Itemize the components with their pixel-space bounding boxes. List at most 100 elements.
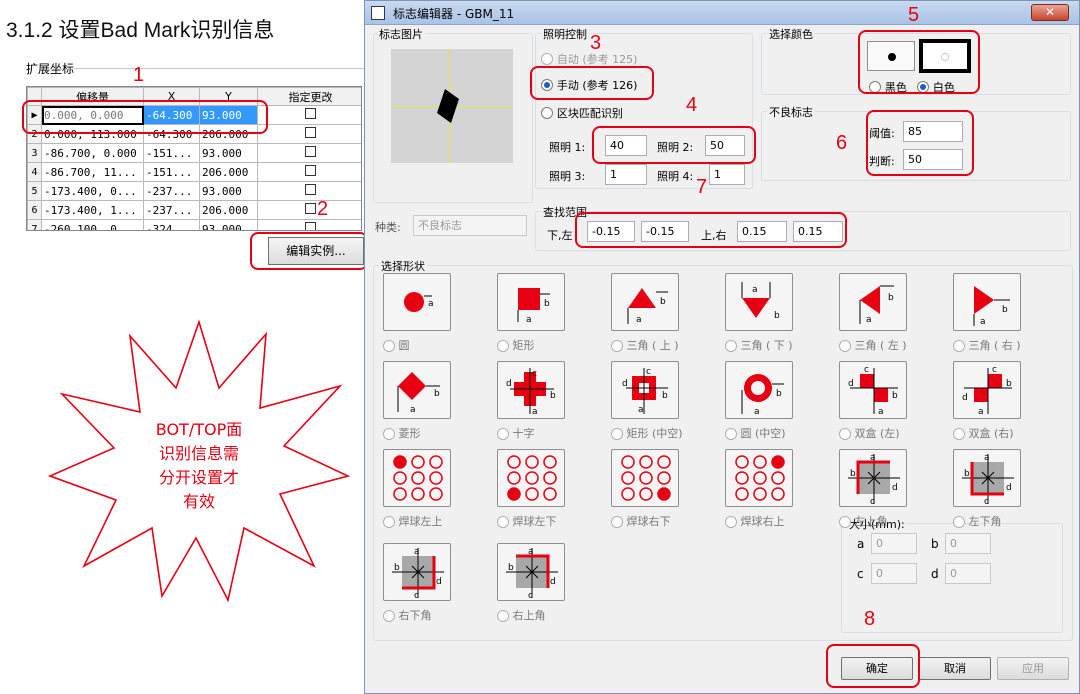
shape-tri-left-option[interactable]: 三角 ( 左 ): [839, 337, 907, 353]
cell-offset[interactable]: -86.700, 0.000: [41, 143, 144, 163]
shape-corner-bottom-left-radio[interactable]: [953, 516, 965, 528]
cell-y[interactable]: 206.000: [199, 200, 258, 220]
cell-x[interactable]: -324...: [143, 219, 200, 230]
shape-tri-left-radio[interactable]: [839, 340, 851, 352]
shape-tri-up-option[interactable]: 三角 ( 上 ): [611, 337, 679, 353]
shape-ball-top-left-radio[interactable]: [383, 516, 395, 528]
close-button[interactable]: ✕: [1031, 4, 1069, 21]
cell-x[interactable]: -237...: [143, 200, 200, 220]
override-checkbox-cell[interactable]: [257, 143, 361, 163]
size-b-input[interactable]: 0: [945, 533, 991, 554]
shape-diamond-button[interactable]: ba: [383, 361, 451, 419]
cell-y[interactable]: 93.000: [199, 219, 258, 230]
shape-corner-bottom-left-option[interactable]: 左下角: [953, 513, 1002, 529]
shape-rect-option[interactable]: 矩形: [497, 337, 535, 353]
shape-circle-button[interactable]: a: [383, 273, 451, 331]
cell-y[interactable]: 93.000: [199, 181, 258, 201]
override-checkbox-cell[interactable]: [257, 181, 361, 201]
shape-rect-hollow-option[interactable]: 矩形 (中空): [611, 425, 683, 441]
shape-tri-down-option[interactable]: 三角 ( 下 ): [725, 337, 793, 353]
shape-circle-hollow-button[interactable]: ba: [725, 361, 793, 419]
shape-ball-bottom-right-radio[interactable]: [611, 516, 623, 528]
override-checkbox[interactable]: [305, 108, 316, 119]
shape-double-box-right-option[interactable]: 双盒 (右): [953, 425, 1014, 441]
shape-circle-radio[interactable]: [383, 340, 395, 352]
override-checkbox[interactable]: [305, 184, 316, 195]
shape-ball-top-left-option[interactable]: 焊球左上: [383, 513, 443, 529]
shape-rect-button[interactable]: ba: [497, 273, 565, 331]
shape-cross-button[interactable]: c b d a: [497, 361, 565, 419]
table-row[interactable]: 6 -173.400, 1... -237... 206.000: [27, 200, 361, 220]
override-checkbox[interactable]: [305, 146, 316, 157]
shape-corner-top-left-radio[interactable]: [839, 516, 851, 528]
override-checkbox-cell[interactable]: [257, 200, 361, 220]
cell-offset[interactable]: -86.700, 11...: [41, 162, 144, 182]
cell-y[interactable]: 206.000: [199, 162, 258, 182]
override-checkbox[interactable]: [305, 127, 316, 138]
cancel-button[interactable]: 取消: [919, 657, 991, 680]
shape-ball-top-right-radio[interactable]: [725, 516, 737, 528]
override-checkbox[interactable]: [305, 203, 316, 214]
auto-radio[interactable]: [541, 53, 553, 65]
shape-double-box-right-button[interactable]: cb da: [953, 361, 1021, 419]
shape-tri-right-button[interactable]: ba: [953, 273, 1021, 331]
shape-double-box-right-radio[interactable]: [953, 428, 965, 440]
shape-corner-top-left-option[interactable]: 左上角: [839, 513, 888, 529]
cell-offset[interactable]: -173.400, 1...: [41, 200, 144, 220]
shape-circle-hollow-radio[interactable]: [725, 428, 737, 440]
size-d-input[interactable]: 0: [945, 563, 991, 584]
shape-tri-up-button[interactable]: ba: [611, 273, 679, 331]
shape-ball-bottom-right-button[interactable]: [611, 449, 679, 507]
shape-tri-right-option[interactable]: 三角 ( 右 ): [953, 337, 1021, 353]
shape-circle-hollow-option[interactable]: 圆 (中空): [725, 425, 786, 441]
shape-corner-top-left-button[interactable]: a b d c: [839, 449, 907, 507]
cell-x[interactable]: -237...: [143, 181, 200, 201]
override-checkbox[interactable]: [305, 222, 316, 230]
shape-double-box-left-radio[interactable]: [839, 428, 851, 440]
col-header-override[interactable]: 指定更改: [257, 87, 361, 106]
shape-double-box-left-button[interactable]: cd ba: [839, 361, 907, 419]
shape-circle-option[interactable]: 圆: [383, 337, 410, 353]
shape-ball-top-left-button[interactable]: [383, 449, 451, 507]
shape-ball-top-right-option[interactable]: 焊球右上: [725, 513, 785, 529]
cell-y[interactable]: 93.000: [199, 143, 258, 163]
shape-rect-hollow-button[interactable]: c b d a: [611, 361, 679, 419]
shape-cross-radio[interactable]: [497, 428, 509, 440]
shape-corner-bottom-right-radio[interactable]: [383, 610, 395, 622]
shape-ball-bottom-left-option[interactable]: 焊球左下: [497, 513, 557, 529]
light4-input[interactable]: 1: [709, 164, 745, 185]
override-checkbox-cell[interactable]: [257, 105, 361, 125]
cell-offset[interactable]: -260.100, 0...: [41, 219, 144, 230]
table-row[interactable]: 3 -86.700, 0.000 -151... 93.000: [27, 143, 361, 163]
shape-ball-bottom-right-option[interactable]: 焊球右下: [611, 513, 671, 529]
block-match-option[interactable]: 区块匹配识别: [541, 105, 623, 121]
shape-ball-bottom-left-radio[interactable]: [497, 516, 509, 528]
table-row[interactable]: 7 -260.100, 0... -324... 93.000: [27, 219, 361, 230]
cell-offset[interactable]: -173.400, 0...: [41, 181, 144, 201]
shape-tri-right-radio[interactable]: [953, 340, 965, 352]
shape-rect-hollow-radio[interactable]: [611, 428, 623, 440]
cell-x[interactable]: -151...: [143, 162, 200, 182]
shape-double-box-left-option[interactable]: 双盒 (左): [839, 425, 900, 441]
shape-diamond-option[interactable]: 菱形: [383, 425, 421, 441]
override-checkbox-cell[interactable]: [257, 162, 361, 182]
size-c-input[interactable]: 0: [871, 563, 917, 584]
size-a-input[interactable]: 0: [871, 533, 917, 554]
shape-corner-bottom-right-button[interactable]: a b d c: [383, 543, 451, 601]
shape-cross-option[interactable]: 十字: [497, 425, 535, 441]
shape-corner-top-right-option[interactable]: 右上角: [497, 607, 546, 623]
shape-corner-bottom-left-button[interactable]: a b d c: [953, 449, 1021, 507]
override-checkbox[interactable]: [305, 165, 316, 176]
shape-corner-top-right-button[interactable]: a b d c: [497, 543, 565, 601]
shape-corner-bottom-right-option[interactable]: 右下角: [383, 607, 432, 623]
override-checkbox-cell[interactable]: [257, 219, 361, 230]
shape-diamond-radio[interactable]: [383, 428, 395, 440]
shape-tri-left-button[interactable]: ba: [839, 273, 907, 331]
shape-rect-radio[interactable]: [497, 340, 509, 352]
shape-tri-down-button[interactable]: ab: [725, 273, 793, 331]
shape-tri-down-radio[interactable]: [725, 340, 737, 352]
override-checkbox-cell[interactable]: [257, 124, 361, 144]
apply-button[interactable]: 应用: [997, 657, 1069, 680]
shape-tri-up-radio[interactable]: [611, 340, 623, 352]
shape-corner-top-right-radio[interactable]: [497, 610, 509, 622]
